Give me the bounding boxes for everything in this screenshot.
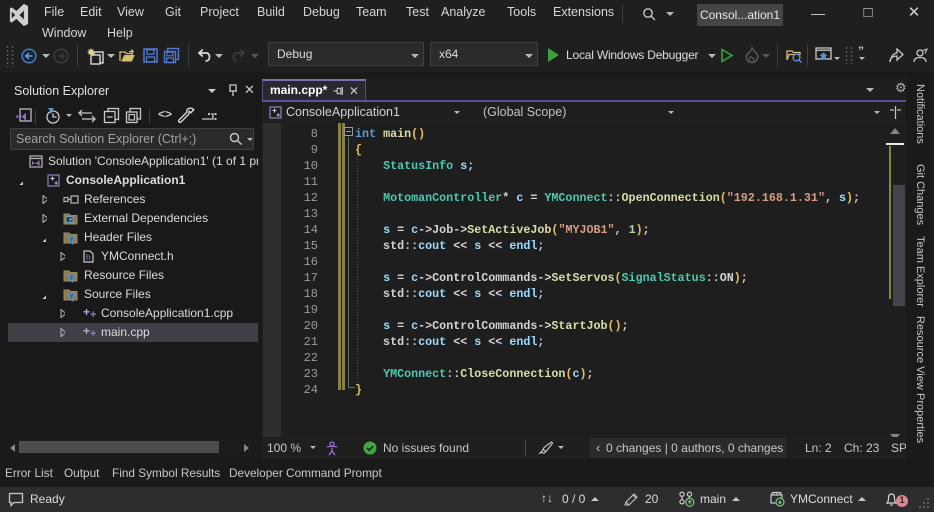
svg-text:h: h: [86, 253, 90, 262]
